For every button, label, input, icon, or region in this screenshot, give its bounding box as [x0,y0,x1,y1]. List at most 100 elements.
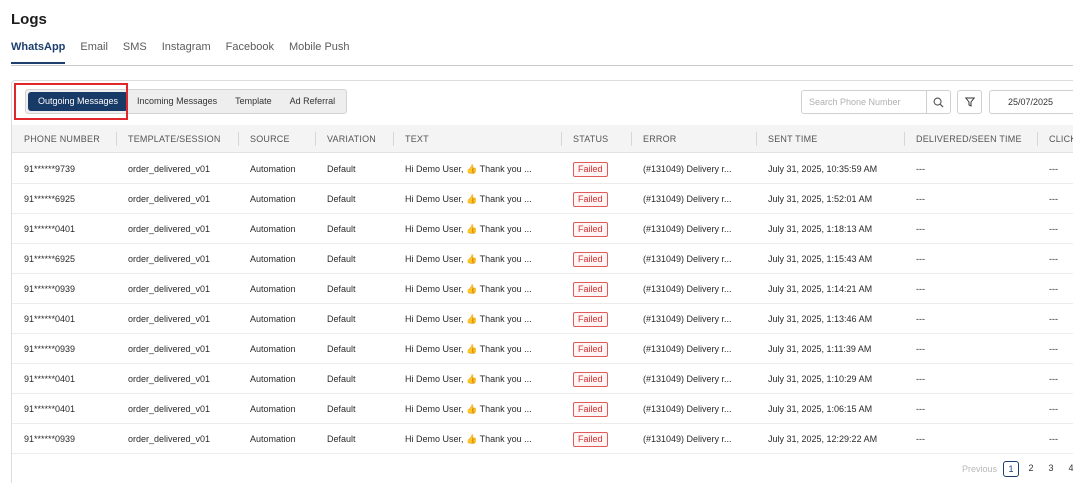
column-header[interactable]: CLICK [1049,125,1073,153]
page-button-3[interactable]: 3 [1043,461,1059,477]
tab-instagram[interactable]: Instagram [162,40,211,64]
cell-variation: Default [327,404,356,414]
column-header[interactable]: TEXT [405,125,429,153]
cell-error: (#131049) Delivery r... [643,344,732,354]
text-suffix: Thank you ... [479,284,532,294]
table-row[interactable]: 91******0939 order_delivered_v01 Automatio… [12,334,1073,364]
cell-delivered-time: --- [916,314,925,324]
text-prefix: Hi Demo User, [405,434,464,444]
cell-phone-number: 91******0401 [24,314,76,324]
search-button[interactable] [926,91,950,113]
cell-sent-time: July 31, 2025, 12:29:22 AM [768,434,878,444]
cell-error: (#131049) Delivery r... [643,194,732,204]
table-row[interactable]: 91******6925 order_delivered_v01 Automatio… [12,244,1073,274]
page-title: Logs [11,11,47,28]
cell-source: Automation [250,164,296,174]
cell-sent-time: July 31, 2025, 1:11:39 AM [768,344,872,354]
text-prefix: Hi Demo User, [405,374,464,384]
cell-text: Hi Demo User, 👍 Thank you ... [405,304,532,334]
column-divider [393,132,394,146]
column-header[interactable]: PHONE NUMBER [24,125,100,153]
cell-click: --- [1049,344,1058,354]
cell-phone-number: 91******0939 [24,434,76,444]
table-row[interactable]: 91******0401 order_delivered_v01 Automatio… [12,364,1073,394]
cell-variation: Default [327,254,356,264]
tab-mobile-push[interactable]: Mobile Push [289,40,350,64]
search-input[interactable] [802,91,927,113]
thumbs-up-icon: 👍 [466,344,478,354]
cell-phone-number: 91******6925 [24,254,76,264]
table-row[interactable]: 91******0401 order_delivered_v01 Automatio… [12,304,1073,334]
status-badge: Failed [573,342,608,357]
cell-sent-time: July 31, 2025, 1:13:46 AM [768,314,873,324]
thumbs-up-icon: 👍 [466,224,478,234]
page-button-4[interactable]: 4 [1063,461,1073,477]
cell-error: (#131049) Delivery r... [643,404,732,414]
subtab-template[interactable]: Template [226,92,281,111]
table-row[interactable]: 91******0939 order_delivered_v01 Automatio… [12,274,1073,304]
column-header[interactable]: STATUS [573,125,608,153]
cell-error: (#131049) Delivery r... [643,284,732,294]
cell-source: Automation [250,374,296,384]
thumbs-up-icon: 👍 [466,284,478,294]
cell-variation: Default [327,314,356,324]
cell-click: --- [1049,284,1058,294]
column-header[interactable]: SENT TIME [768,125,817,153]
thumbs-up-icon: 👍 [466,314,478,324]
cell-text: Hi Demo User, 👍 Thank you ... [405,394,532,424]
column-header[interactable]: TEMPLATE/SESSION [128,125,221,153]
table-row[interactable]: 91******0401 order_delivered_v01 Automatio… [12,214,1073,244]
table-row[interactable]: 91******0939 order_delivered_v01 Automatio… [12,424,1073,454]
thumbs-up-icon: 👍 [466,374,478,384]
subtab-ad-referral[interactable]: Ad Referral [281,92,345,111]
column-divider [904,132,905,146]
cell-template: order_delivered_v01 [128,224,211,234]
cell-click: --- [1049,404,1058,414]
tab-email[interactable]: Email [80,40,108,64]
channel-tabs: WhatsApp Email SMS Instagram Facebook Mo… [11,40,365,66]
tab-sms[interactable]: SMS [123,40,147,64]
cell-variation: Default [327,434,356,444]
cell-error: (#131049) Delivery r... [643,164,732,174]
column-divider [315,132,316,146]
text-suffix: Thank you ... [479,374,532,384]
column-header[interactable]: VARIATION [327,125,376,153]
column-header[interactable]: SOURCE [250,125,290,153]
cell-delivered-time: --- [916,164,925,174]
subtab-incoming-messages[interactable]: Incoming Messages [128,92,226,111]
cell-variation: Default [327,284,356,294]
filter-button[interactable] [957,90,982,114]
thumbs-up-icon: 👍 [466,404,478,414]
text-prefix: Hi Demo User, [405,224,464,234]
tab-facebook[interactable]: Facebook [226,40,274,64]
cell-click: --- [1049,314,1058,324]
cell-sent-time: July 31, 2025, 1:15:43 AM [768,254,873,264]
text-suffix: Thank you ... [479,194,532,204]
cell-template: order_delivered_v01 [128,164,211,174]
text-prefix: Hi Demo User, [405,164,464,174]
phone-search [801,90,951,114]
cell-template: order_delivered_v01 [128,254,211,264]
tab-whatsapp[interactable]: WhatsApp [11,40,66,64]
cell-template: order_delivered_v01 [128,314,211,324]
table-row[interactable]: 91******9739 order_delivered_v01 Automatio… [12,154,1073,184]
subtab-outgoing-messages[interactable]: Outgoing Messages [28,92,129,111]
thumbs-up-icon: 👍 [466,164,478,174]
tabs-divider [11,65,1073,66]
cell-template: order_delivered_v01 [128,284,211,294]
table-row[interactable]: 91******6925 order_delivered_v01 Automatio… [12,184,1073,214]
cell-delivered-time: --- [916,434,925,444]
page-button-1[interactable]: 1 [1003,461,1019,477]
cell-phone-number: 91******0401 [24,404,76,414]
cell-text: Hi Demo User, 👍 Thank you ... [405,184,532,214]
previous-page-button[interactable]: Previous [962,461,997,477]
table-row[interactable]: 91******0401 order_delivered_v01 Automatio… [12,394,1073,424]
cell-source: Automation [250,344,296,354]
cell-click: --- [1049,434,1058,444]
date-filter[interactable]: 25/07/2025 [989,90,1073,114]
column-header[interactable]: ERROR [643,125,677,153]
cell-phone-number: 91******0401 [24,224,76,234]
page-button-2[interactable]: 2 [1023,461,1039,477]
column-header[interactable]: DELIVERED/SEEN TIME [916,125,1022,153]
text-prefix: Hi Demo User, [405,194,464,204]
